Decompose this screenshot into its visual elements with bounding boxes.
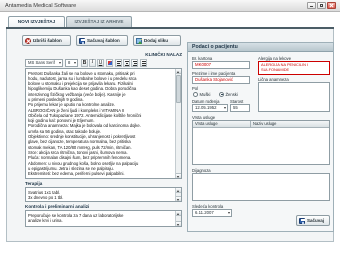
arrow-up-icon [177, 189, 179, 192]
arrow-down-icon [177, 223, 179, 226]
add-image-label: Dodaj sliku [144, 38, 169, 43]
floppy-label-part [301, 219, 305, 221]
floppy-disk-icon [79, 37, 85, 44]
maximize-button[interactable] [317, 2, 326, 9]
close-button[interactable] [327, 2, 336, 9]
clinical-findings-editor[interactable]: Pretrost Dušanka žali se na bolove u sto… [25, 68, 182, 179]
services-column-type[interactable]: Vrsta usluge [193, 121, 251, 128]
personal-anamnesis-field[interactable] [258, 82, 330, 112]
tab-report-archive[interactable]: IZVJEŠTAJ IZ ARHIVE [66, 16, 132, 27]
allergy-field[interactable]: ALERGIJA NA PENICILIN I SULFONAMIDE [258, 61, 330, 75]
delete-icon [25, 37, 31, 44]
save-template-button[interactable]: Sačuvaj šablon [76, 35, 128, 46]
save-label: Sačuvaj [307, 218, 325, 223]
therapy-editor[interactable]: Svatrius 1x1 tabl. 3x dnevno po 1 tbl. [25, 187, 182, 202]
image-icon-mountain [137, 40, 142, 44]
next-visit-field[interactable]: 6.11.2007 [192, 209, 232, 217]
therapy-text: Svatrius 1x1 tabl. 3x dnevno po 1 tbl. [28, 190, 173, 201]
text-color-button[interactable] [106, 59, 113, 67]
chevron-down-icon [227, 212, 230, 214]
chevron-down-icon [58, 62, 61, 64]
tab-strip: NOVI IZVJEŠTAJ IZVJEŠTAJ IZ ARHIVE [6, 16, 334, 29]
floppy-slot-part [81, 41, 84, 44]
bold-button[interactable]: B [81, 59, 88, 67]
therapy-label: Terapija [25, 181, 43, 186]
vertical-scrollbar[interactable] [175, 211, 181, 226]
arrow-up-icon [177, 212, 179, 215]
text-line: Ekstremiteti: bez edema, periferni pulse… [28, 171, 125, 177]
control-analyses-editor[interactable]: Preporučuje se kontrola za 7 dana uz lab… [25, 210, 182, 227]
tab-new-report[interactable]: NOVI IZVJEŠTAJ [8, 16, 65, 27]
scroll-up-button[interactable] [176, 69, 181, 74]
close-icon [328, 3, 335, 8]
delete-template-label: Izbriši šablon [33, 38, 62, 43]
align-right-button[interactable] [131, 59, 138, 67]
clinical-findings-label: KLINIČKI NALAZ [145, 52, 182, 57]
sex-female-radio[interactable] [219, 91, 224, 97]
vertical-scrollbar[interactable] [175, 188, 181, 201]
chevron-down-icon [73, 62, 76, 64]
underline-button[interactable]: U [97, 59, 104, 67]
services-table[interactable]: Vrsta usluge Naziv usluge [192, 120, 330, 165]
italic-button[interactable]: I [89, 59, 96, 67]
minimize-icon [310, 6, 313, 7]
floppy-disk-icon [299, 217, 305, 224]
align-center-button[interactable] [123, 59, 130, 67]
diagnosis-field[interactable] [192, 173, 330, 201]
sex-label: Pol [192, 86, 199, 91]
patient-name-field[interactable]: Dušanka Stojanović [192, 76, 250, 84]
save-template-label: Sačuvaj šablon [87, 38, 120, 43]
maximize-icon [320, 4, 323, 7]
scroll-down-button[interactable] [176, 221, 181, 226]
arrow-up-icon [177, 70, 179, 73]
floppy-slot-part [301, 221, 304, 224]
floppy-label-part [81, 39, 85, 41]
font-family-select[interactable]: MS Sans Serif [25, 59, 63, 67]
text-line: 3x dnevno po 1 tbl. [28, 194, 64, 200]
align-left-icon [116, 60, 122, 66]
save-button[interactable]: Sačuvaj [296, 215, 330, 226]
minimize-button[interactable] [307, 2, 316, 9]
birth-date-value: 12.05.1952 [195, 105, 217, 110]
patient-panel-header: Podaci o pacijentu [188, 43, 333, 52]
arrow-down-icon [177, 198, 179, 201]
title-bar: Antamedia Medical Software [0, 0, 340, 12]
color-palette-icon [108, 61, 112, 65]
vertical-scrollbar[interactable] [175, 69, 181, 178]
font-size-value: 8 [68, 60, 71, 65]
sex-male-label: Muški [199, 91, 211, 97]
services-column-name[interactable]: Naziv usluge [251, 121, 329, 128]
scroll-up-button[interactable] [176, 211, 181, 216]
age-field[interactable]: 55 [230, 104, 250, 112]
control-analyses-label: Kontrola i preliminarni analizi [25, 204, 90, 209]
align-center-icon [124, 60, 130, 66]
clinical-findings-text: Pretrost Dušanka žali se na bolove u sto… [28, 71, 173, 177]
scroll-down-button[interactable] [176, 173, 181, 178]
next-visit-value: 6.11.2007 [195, 210, 214, 215]
patient-data-panel: Podaci o pacijentu Br. kartona MK0007 Al… [187, 42, 334, 232]
window-title: Antamedia Medical Software [5, 3, 77, 9]
align-right-icon [132, 60, 138, 66]
scroll-down-button[interactable] [176, 196, 181, 201]
sex-male-radio[interactable] [193, 91, 198, 97]
bullet-list-button[interactable] [140, 59, 147, 67]
font-size-select[interactable]: 8 [65, 59, 78, 67]
birth-date-field[interactable]: 12.05.1952 [192, 104, 228, 112]
delete-template-button[interactable]: Izbriši šablon [22, 35, 71, 46]
sex-female-label: Ženski [225, 91, 238, 97]
text-line: analize krvi i urina. [28, 217, 63, 223]
font-family-value: MS Sans Serif [28, 60, 55, 65]
scroll-up-button[interactable] [176, 188, 181, 193]
bullet-list-icon [141, 60, 147, 66]
scroll-thumb[interactable] [176, 75, 181, 103]
chevron-down-icon [223, 107, 226, 109]
card-number-field[interactable]: MK0007 [192, 61, 250, 69]
image-icon [136, 37, 142, 44]
align-left-button[interactable] [115, 59, 122, 67]
add-image-button[interactable]: Dodaj sliku [133, 35, 181, 46]
control-analyses-text: Preporučuje se kontrola za 7 dana uz lab… [28, 213, 173, 224]
arrow-down-icon [177, 175, 179, 178]
